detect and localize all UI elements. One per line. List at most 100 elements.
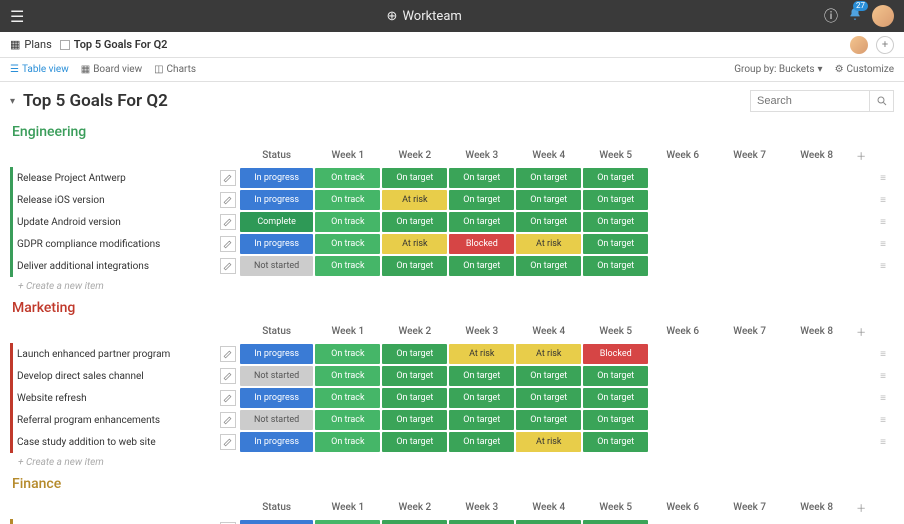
week-cell[interactable] [717, 520, 782, 524]
week-cell[interactable]: On target [382, 168, 447, 188]
status-cell[interactable]: In progress [240, 388, 313, 408]
add-column-button[interactable]: ＋ [856, 152, 866, 163]
help-icon[interactable]: ⓘ [824, 6, 838, 26]
week-cell[interactable]: On track [315, 234, 380, 254]
status-cell[interactable]: Not started [240, 410, 313, 430]
week-cell[interactable]: On target [382, 256, 447, 276]
week-cell[interactable]: Blocked [449, 234, 514, 254]
search-input[interactable] [750, 90, 870, 112]
week-cell[interactable]: On target [516, 256, 581, 276]
status-cell[interactable]: Not started [240, 366, 313, 386]
week-cell[interactable] [650, 388, 715, 408]
week-cell[interactable]: On track [315, 388, 380, 408]
item-name[interactable]: Launch enhanced partner program [17, 349, 170, 360]
status-cell[interactable]: In progress [240, 344, 313, 364]
edit-button[interactable] [220, 346, 236, 362]
week-cell[interactable]: On target [583, 212, 648, 232]
week-cell[interactable] [717, 234, 782, 254]
group-title-engineering[interactable]: Engineering [10, 124, 894, 140]
week-cell[interactable]: On target [583, 234, 648, 254]
item-name[interactable]: Case study addition to web site [17, 437, 156, 448]
add-column-button[interactable]: ＋ [856, 328, 866, 339]
week-cell[interactable]: On target [583, 432, 648, 452]
drag-handle[interactable]: ≡ [872, 167, 894, 189]
group-by-dropdown[interactable]: Group by: Buckets ▾ [734, 64, 822, 75]
drag-handle[interactable]: ≡ [872, 431, 894, 453]
drag-handle[interactable]: ≡ [872, 387, 894, 409]
week-cell[interactable] [717, 190, 782, 210]
week-cell[interactable]: On target [449, 432, 514, 452]
week-cell[interactable] [650, 344, 715, 364]
drag-handle[interactable]: ≡ [872, 343, 894, 365]
week-cell[interactable]: On track [315, 410, 380, 430]
add-collaborator-button[interactable]: + [876, 36, 894, 54]
week-cell[interactable]: On target [516, 410, 581, 430]
week-cell[interactable]: At risk [382, 234, 447, 254]
week-cell[interactable]: On target [449, 168, 514, 188]
search-button[interactable] [870, 90, 894, 112]
create-item-button[interactable]: + Create a new item [10, 277, 894, 292]
week-cell[interactable]: On target [449, 520, 514, 524]
week-cell[interactable]: On track [315, 168, 380, 188]
week-cell[interactable]: Blocked [583, 344, 648, 364]
drag-handle[interactable]: ≡ [872, 365, 894, 387]
week-cell[interactable] [717, 344, 782, 364]
edit-button[interactable] [220, 258, 236, 274]
week-cell[interactable]: On target [516, 168, 581, 188]
item-name[interactable]: Website refresh [17, 393, 87, 404]
status-cell[interactable]: In progress [240, 168, 313, 188]
week-cell[interactable]: At risk [516, 344, 581, 364]
status-cell[interactable]: In progress [240, 234, 313, 254]
week-cell[interactable]: At risk [516, 234, 581, 254]
drag-handle[interactable]: ≡ [872, 189, 894, 211]
edit-button[interactable] [220, 412, 236, 428]
week-cell[interactable]: On target [516, 212, 581, 232]
edit-button[interactable] [220, 434, 236, 450]
week-cell[interactable]: On target [583, 190, 648, 210]
week-cell[interactable] [717, 388, 782, 408]
drag-handle[interactable]: ≡ [872, 233, 894, 255]
week-cell[interactable]: On target [449, 366, 514, 386]
week-cell[interactable]: On target [516, 520, 581, 524]
week-cell[interactable] [717, 366, 782, 386]
group-title-marketing[interactable]: Marketing [10, 300, 894, 316]
week-cell[interactable]: On target [449, 256, 514, 276]
week-cell[interactable] [784, 234, 849, 254]
customize-button[interactable]: ⚙ Customize [835, 64, 894, 75]
week-cell[interactable]: On target [382, 432, 447, 452]
week-cell[interactable] [784, 520, 849, 524]
week-cell[interactable] [784, 256, 849, 276]
week-cell[interactable] [650, 410, 715, 430]
item-name[interactable]: Update Android version [17, 217, 121, 228]
week-cell[interactable] [650, 190, 715, 210]
drag-handle[interactable]: ≡ [872, 409, 894, 431]
edit-button[interactable] [220, 236, 236, 252]
drag-handle[interactable]: ≡ [872, 211, 894, 233]
item-name[interactable]: Release Project Antwerp [17, 173, 126, 184]
week-cell[interactable]: On track [315, 366, 380, 386]
avatar[interactable] [872, 5, 894, 27]
drag-handle[interactable]: ≡ [872, 519, 894, 524]
edit-button[interactable] [220, 368, 236, 384]
week-cell[interactable] [650, 366, 715, 386]
week-cell[interactable] [717, 212, 782, 232]
week-cell[interactable]: On target [382, 410, 447, 430]
week-cell[interactable] [784, 212, 849, 232]
week-cell[interactable]: On target [382, 366, 447, 386]
week-cell[interactable]: On target [516, 388, 581, 408]
item-name[interactable]: Release iOS version [17, 195, 105, 206]
week-cell[interactable]: On target [382, 388, 447, 408]
week-cell[interactable] [650, 212, 715, 232]
week-cell[interactable]: On target [382, 520, 447, 524]
week-cell[interactable]: On target [449, 212, 514, 232]
group-title-finance[interactable]: Finance [10, 476, 894, 492]
week-cell[interactable] [784, 432, 849, 452]
week-cell[interactable]: On target [382, 212, 447, 232]
item-name[interactable]: GDPR compliance modifications [17, 239, 160, 250]
view-board[interactable]: ▦ Board view [81, 64, 142, 75]
status-cell[interactable]: In progress [240, 432, 313, 452]
week-cell[interactable]: At risk [449, 344, 514, 364]
edit-button[interactable] [220, 390, 236, 406]
status-cell[interactable]: Complete [240, 212, 313, 232]
edit-button[interactable] [220, 214, 236, 230]
